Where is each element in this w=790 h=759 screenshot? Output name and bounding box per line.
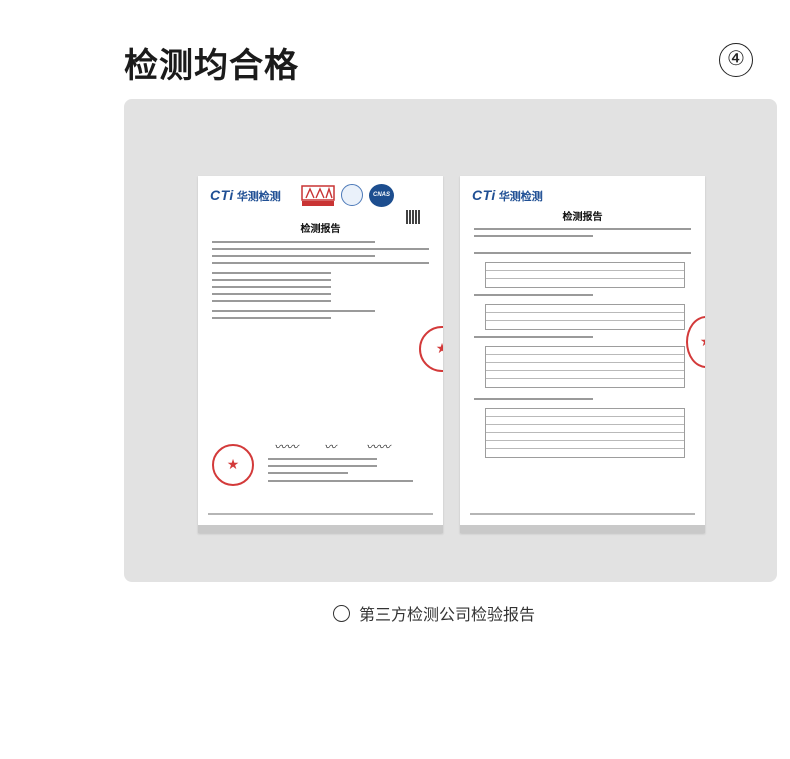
table-row [486, 441, 684, 449]
cti-logo: CTi 华测检测 [472, 187, 543, 204]
table-row [486, 449, 684, 457]
section-heading-line [474, 294, 691, 301]
text-line [474, 235, 594, 237]
red-stamp-edge-icon: ★ [419, 326, 443, 372]
report-page-right: CTi 华测检测 检测报告 ★ [460, 176, 705, 533]
red-stamp-edge-icon: ★ [686, 316, 705, 368]
table-row [486, 263, 684, 271]
text-line [212, 241, 375, 243]
table-row [486, 313, 684, 321]
text-line [212, 262, 429, 264]
table-row [486, 321, 684, 329]
cnas-seal-icon: CNAS [369, 184, 394, 207]
signature-3: 〰〰 [366, 440, 391, 454]
report-header-lines [474, 228, 691, 242]
text-line [474, 336, 594, 338]
cti-logo-latin: CTi [472, 187, 496, 203]
text-line [212, 310, 375, 312]
table-row [486, 409, 684, 417]
cti-logo-chinese: 华测检测 [236, 190, 281, 203]
text-line [212, 317, 332, 319]
table-row [486, 271, 684, 279]
section-heading-line [474, 398, 691, 405]
table-row [486, 363, 684, 371]
text-line [212, 300, 332, 302]
report-footer [470, 513, 695, 515]
text-line [212, 272, 332, 274]
section-heading-line [474, 252, 691, 259]
table-row [486, 417, 684, 425]
page-title: 检测均合格 [124, 46, 299, 86]
report-body-lines [212, 241, 429, 324]
table-row [486, 371, 684, 379]
caption: 第三方检测公司检验报告 [333, 601, 535, 625]
text-line [268, 472, 348, 474]
cti-logo-chinese: 华测检测 [498, 190, 543, 203]
table-row [486, 379, 684, 387]
text-line [268, 465, 377, 467]
qr-code-icon [406, 210, 420, 224]
text-line [212, 279, 332, 281]
table-row [486, 425, 684, 433]
step-number-badge: ④ [719, 43, 753, 77]
result-table-3 [485, 346, 685, 388]
section-heading-line [474, 336, 691, 343]
report-page-left: CTi 华测检测 CNAS 检测报告 ★ ★ 〰〰 〰 〰〰 [198, 176, 443, 533]
text-line [474, 252, 691, 254]
table-row [486, 305, 684, 313]
signature-2: 〰 [324, 440, 337, 454]
text-line [474, 398, 594, 400]
result-table-1 [485, 262, 685, 288]
text-line [268, 480, 413, 482]
table-row [486, 433, 684, 441]
caption-text: 第三方检测公司检验报告 [359, 605, 536, 624]
report-title: 检测报告 [562, 212, 603, 223]
text-line [474, 228, 691, 230]
ilac-mra-seal-icon [341, 184, 363, 206]
red-official-stamp-icon: ★ [212, 444, 254, 486]
text-line [212, 293, 332, 295]
table-row [486, 347, 684, 355]
report-footer [208, 513, 433, 515]
signature-1: 〰〰 [274, 440, 299, 454]
cma-mark-icon [301, 185, 335, 206]
result-table-4 [485, 408, 685, 458]
signature-notes [268, 458, 413, 487]
text-line [212, 248, 429, 250]
caption-circle-icon [333, 604, 350, 622]
table-row [486, 279, 684, 287]
table-row [486, 355, 684, 363]
cti-logo: CTi 华测检测 [210, 187, 281, 204]
text-line [212, 286, 332, 288]
text-line [212, 255, 375, 257]
cti-logo-latin: CTi [210, 187, 234, 203]
result-table-2 [485, 304, 685, 330]
text-line [268, 458, 377, 460]
text-line [474, 294, 594, 296]
